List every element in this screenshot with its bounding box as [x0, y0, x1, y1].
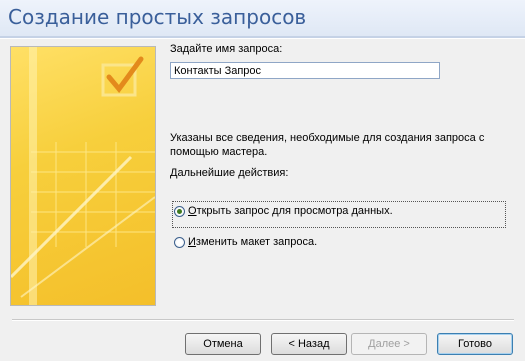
cancel-button[interactable]: Отмена [185, 333, 261, 355]
window-title: Создание простых запросов [8, 5, 307, 29]
next-actions-label: Дальнейшие действия: [170, 167, 289, 179]
finish-button[interactable]: Готово [437, 333, 513, 355]
query-name-input[interactable] [170, 62, 440, 79]
wizard-window: Создание простых запросов Задайте имя за… [0, 0, 525, 361]
checklist-illustration-icon [11, 47, 155, 305]
wizard-illustration [10, 46, 156, 306]
bottom-divider [12, 319, 514, 321]
modify-layout-option-label: Изменить макет запроса. [188, 236, 318, 248]
radio-button-icon[interactable] [174, 236, 185, 248]
title-bar: Создание простых запросов [0, 0, 525, 36]
back-button[interactable]: < Назад [271, 333, 347, 355]
radio-button-checked-icon[interactable] [174, 205, 185, 217]
open-query-option-label: Открыть запрос для просмотра данных. [188, 205, 393, 217]
query-name-label: Задайте имя запроса: [170, 43, 283, 55]
modify-layout-option[interactable]: Изменить макет запроса. [174, 236, 317, 248]
title-divider [0, 36, 525, 39]
next-button[interactable]: Далее > [351, 333, 427, 355]
info-text: Указаны все сведения, необходимые для со… [170, 132, 485, 158]
open-query-option[interactable]: Открыть запрос для просмотра данных. [174, 205, 393, 217]
